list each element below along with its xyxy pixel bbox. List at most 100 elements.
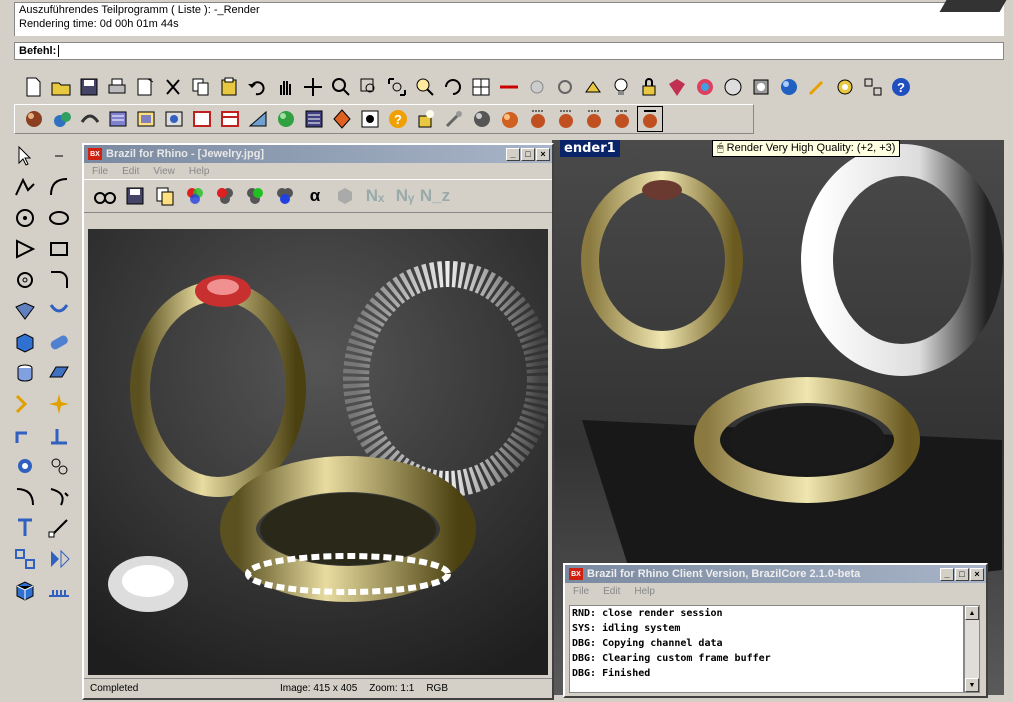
- copy-icon[interactable]: [188, 74, 214, 100]
- dimension-v-icon[interactable]: [42, 512, 76, 543]
- material-editor-icon[interactable]: [161, 106, 187, 132]
- command-input[interactable]: Befehl:: [14, 42, 1004, 60]
- array-icon[interactable]: [8, 543, 42, 574]
- move-cross-icon[interactable]: [300, 74, 326, 100]
- box-icon[interactable]: [8, 326, 42, 357]
- window-red-icon[interactable]: [189, 106, 215, 132]
- select-arrow-icon[interactable]: [8, 140, 42, 171]
- menu-edit[interactable]: Edit: [122, 166, 139, 177]
- ellipse-icon[interactable]: [42, 202, 76, 233]
- target-window-icon[interactable]: [357, 106, 383, 132]
- client-close-button[interactable]: ×: [970, 567, 984, 581]
- render-high-icon[interactable]: [581, 106, 607, 132]
- client-window-titlebar[interactable]: BX Brazil for Rhino Client Version, Braz…: [565, 565, 986, 583]
- rotate-view-icon[interactable]: [440, 74, 466, 100]
- light-bulb-icon[interactable]: [608, 74, 634, 100]
- options-gear-icon[interactable]: [832, 74, 858, 100]
- cylinder-icon[interactable]: [8, 357, 42, 388]
- environment-icon[interactable]: [77, 106, 103, 132]
- zoom-icon[interactable]: [328, 74, 354, 100]
- options-panel-icon[interactable]: [105, 106, 131, 132]
- solid-tools-icon[interactable]: [8, 574, 42, 605]
- save-image-icon[interactable]: [124, 185, 146, 207]
- texture-icon[interactable]: [245, 106, 271, 132]
- binoculars-icon[interactable]: [94, 185, 116, 207]
- render-preview-icon[interactable]: [720, 74, 746, 100]
- polygon-icon[interactable]: [8, 233, 42, 264]
- plane-icon[interactable]: [42, 357, 76, 388]
- render-higher-icon[interactable]: [609, 106, 635, 132]
- plugins-icon[interactable]: [860, 74, 886, 100]
- undo-icon[interactable]: [244, 74, 270, 100]
- list-icon[interactable]: [301, 106, 327, 132]
- minimize-button[interactable]: _: [506, 147, 520, 161]
- render-window-titlebar[interactable]: BX Brazil for Rhino - [Jewelry.jpg] _ □ …: [84, 145, 552, 163]
- gray-sphere-icon[interactable]: [469, 106, 495, 132]
- layer-icon[interactable]: [580, 74, 606, 100]
- scroll-down-icon[interactable]: ▼: [965, 678, 979, 692]
- green-sphere-icon[interactable]: [273, 106, 299, 132]
- blue-channel-icon[interactable]: [274, 185, 296, 207]
- normal-x-button[interactable]: Nₓ: [364, 185, 386, 207]
- align-icon[interactable]: [42, 419, 76, 450]
- paste-icon[interactable]: [216, 74, 242, 100]
- close-button[interactable]: ×: [536, 147, 550, 161]
- cut-icon[interactable]: [160, 74, 186, 100]
- trim-icon[interactable]: [8, 388, 42, 419]
- text-icon[interactable]: [8, 512, 42, 543]
- fillet-icon[interactable]: [42, 264, 76, 295]
- alpha-channel-button[interactable]: α: [304, 185, 326, 207]
- window-pair-icon[interactable]: [217, 106, 243, 132]
- curve-icon[interactable]: [42, 171, 76, 202]
- render-objects-icon[interactable]: [42, 450, 76, 481]
- scroll-up-icon[interactable]: ▲: [965, 606, 979, 620]
- properties-icon[interactable]: [132, 74, 158, 100]
- render-very-high-icon[interactable]: [637, 106, 663, 132]
- polyline-icon[interactable]: [8, 171, 42, 202]
- explode-icon[interactable]: [42, 388, 76, 419]
- zoom-extents-icon[interactable]: [384, 74, 410, 100]
- render-low-icon[interactable]: [497, 106, 523, 132]
- tools-wrench-icon[interactable]: [441, 106, 467, 132]
- menu-file[interactable]: File: [92, 166, 108, 177]
- diamond-icon[interactable]: [329, 106, 355, 132]
- client-menu-help[interactable]: Help: [634, 586, 655, 597]
- save-icon[interactable]: [76, 74, 102, 100]
- lock-icon[interactable]: [636, 74, 662, 100]
- client-log[interactable]: RND: close render session SYS: idling sy…: [569, 605, 964, 693]
- normal-z-button[interactable]: N_z: [420, 185, 450, 207]
- loft-icon[interactable]: [42, 295, 76, 326]
- bulb-box-icon[interactable]: [413, 106, 439, 132]
- zoom-selected-icon[interactable]: [412, 74, 438, 100]
- circle-icon[interactable]: [8, 202, 42, 233]
- dimension-icon[interactable]: [496, 74, 522, 100]
- new-file-icon[interactable]: [20, 74, 46, 100]
- mirror-icon[interactable]: [42, 543, 76, 574]
- viewport-title[interactable]: ender1: [560, 140, 620, 157]
- material-icon[interactable]: [664, 74, 690, 100]
- surface-icon[interactable]: [8, 295, 42, 326]
- print-icon[interactable]: [104, 74, 130, 100]
- frame-buffer-icon[interactable]: [133, 106, 159, 132]
- menu-view[interactable]: View: [153, 166, 175, 177]
- green-channel-icon[interactable]: [244, 185, 266, 207]
- menu-help[interactable]: Help: [189, 166, 210, 177]
- red-channel-icon[interactable]: [214, 185, 236, 207]
- copy-image-icon[interactable]: [154, 185, 176, 207]
- render-sphere-icon[interactable]: [776, 74, 802, 100]
- pill-icon[interactable]: [42, 326, 76, 357]
- client-maximize-button[interactable]: □: [955, 567, 969, 581]
- render-draft-icon[interactable]: [525, 106, 551, 132]
- scene-icon[interactable]: [49, 106, 75, 132]
- help-icon[interactable]: ?: [888, 74, 914, 100]
- sphere-render-icon[interactable]: [21, 106, 47, 132]
- four-viewports-icon[interactable]: [468, 74, 494, 100]
- grid-snap-icon[interactable]: [524, 74, 550, 100]
- arc-icon[interactable]: [8, 264, 42, 295]
- client-minimize-button[interactable]: _: [940, 567, 954, 581]
- orange-help-icon[interactable]: ?: [385, 106, 411, 132]
- curve-from-object-icon[interactable]: [8, 481, 42, 512]
- rgb-channels-icon[interactable]: [184, 185, 206, 207]
- color-wheel-icon[interactable]: [692, 74, 718, 100]
- analyze-icon[interactable]: [8, 450, 42, 481]
